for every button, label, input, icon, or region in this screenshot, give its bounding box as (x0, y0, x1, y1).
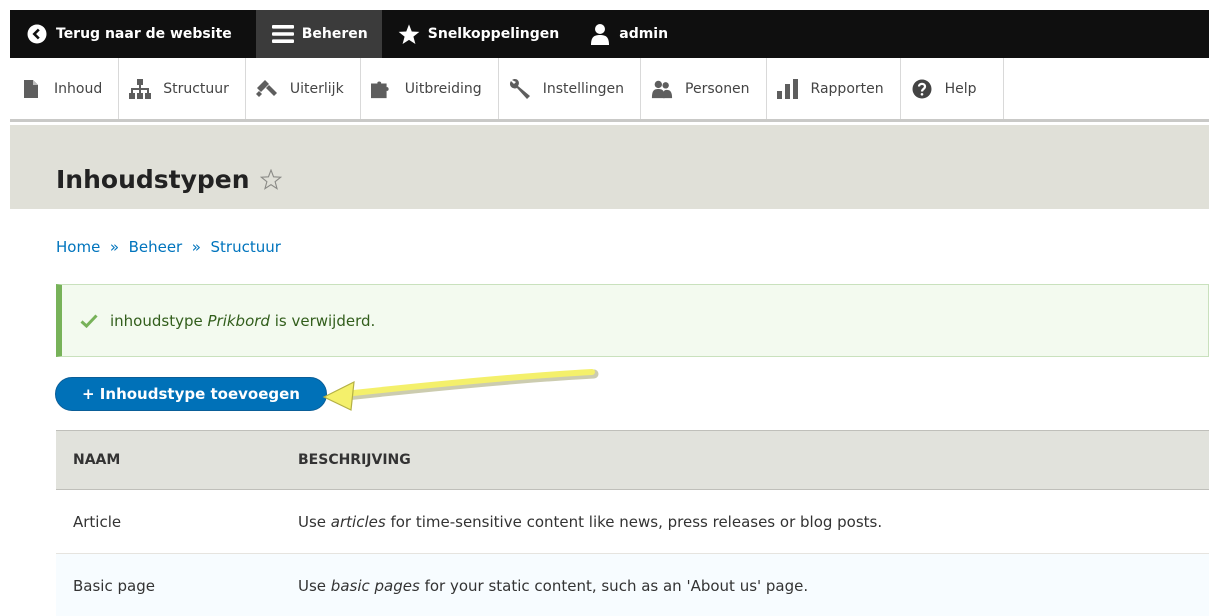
menu-item-help[interactable]: Help (901, 58, 1004, 119)
file-icon (20, 78, 42, 100)
row-name: Article (73, 512, 122, 531)
bar-chart-icon (776, 78, 799, 100)
admin-menu-tray: Inhoud Structuur Uiterlijk Uitbreiding I… (10, 58, 1209, 122)
status-message-text: inhoudstype Prikbord is verwijderd. (110, 312, 375, 330)
message-suffix: is verwijderd. (269, 311, 376, 330)
manage-tab-label: Beheren (301, 26, 368, 42)
user-tab-label: admin (619, 26, 669, 42)
user-tab[interactable]: admin (573, 10, 682, 58)
checkmark-icon (80, 313, 98, 328)
desc-emphasis: articles (330, 512, 386, 531)
people-icon (651, 78, 673, 100)
breadcrumb-separator: » (187, 238, 206, 256)
table-row: Basic page Use basic pages for your stat… (56, 554, 1209, 616)
menu-item-configuration[interactable]: Instellingen (499, 58, 642, 119)
shortcuts-tab[interactable]: Snelkoppelingen (382, 10, 573, 58)
sitemap-icon (129, 78, 152, 100)
menu-item-label: Uiterlijk (289, 80, 344, 97)
wrench-icon (509, 78, 531, 100)
table-row: Article Use articles for time-sensitive … (56, 490, 1209, 554)
page-header: Inhoudstypen (10, 125, 1209, 209)
back-to-site-label: Terug naar de website (56, 26, 232, 42)
page-title: Inhoudstypen (56, 165, 250, 194)
desc-text: for your static content, such as an 'Abo… (419, 576, 809, 595)
menu-item-label: Rapporten (810, 80, 884, 97)
back-to-site-link[interactable]: Terug naar de website (10, 10, 256, 58)
puzzle-icon (370, 78, 393, 100)
breadcrumb: Home » Beheer » Structuur (56, 238, 281, 256)
row-name: Basic page (73, 576, 155, 595)
breadcrumb-home[interactable]: Home (56, 238, 100, 256)
message-prefix: inhoudstype (110, 311, 208, 330)
menu-item-label: Uitbreiding (404, 80, 482, 97)
help-icon (911, 78, 933, 100)
hamburger-icon (271, 23, 294, 45)
menu-item-label: Structuur (163, 80, 229, 97)
desc-emphasis: basic pages (330, 576, 420, 595)
menu-item-reports[interactable]: Rapporten (767, 58, 901, 119)
status-message: inhoudstype Prikbord is verwijderd. (56, 284, 1209, 357)
add-content-type-button[interactable]: + Inhoudstype toevoegen (55, 377, 327, 411)
shortcuts-tab-label: Snelkoppelingen (427, 26, 560, 42)
manage-tab[interactable]: Beheren (255, 10, 382, 58)
page-title-wrap: Inhoudstypen (56, 165, 282, 194)
menu-item-people[interactable]: Personen (641, 58, 767, 119)
column-header-description: BESCHRIJVING (298, 452, 411, 468)
message-content-type-name: Prikbord (207, 311, 270, 330)
desc-text: Use (298, 512, 331, 531)
desc-text: Use (298, 576, 331, 595)
table-header: NAAM BESCHRIJVING (56, 430, 1209, 490)
menu-item-label: Help (944, 80, 977, 97)
row-description: Use basic pages for your static content,… (298, 577, 1209, 595)
chevron-left-circle-icon (26, 23, 48, 45)
admin-toolbar: Terug naar de website Beheren Snelkoppel… (10, 10, 1209, 58)
annotation-arrow-icon (322, 369, 599, 411)
menu-item-label: Instellingen (542, 80, 625, 97)
add-to-shortcuts-star-icon[interactable] (259, 169, 282, 190)
menu-item-label: Personen (685, 80, 750, 97)
column-header-name[interactable]: NAAM (56, 452, 298, 468)
menu-item-structure[interactable]: Structuur (119, 58, 246, 119)
breadcrumb-structure[interactable]: Structuur (211, 238, 281, 256)
row-description: Use articles for time-sensitive content … (298, 513, 1209, 531)
breadcrumb-separator: » (105, 238, 124, 256)
paintbrush-icon (255, 78, 278, 100)
menu-item-content[interactable]: Inhoud (10, 58, 120, 119)
star-icon (398, 23, 420, 45)
desc-text: for time-sensitive content like news, pr… (385, 512, 883, 531)
menu-item-extend[interactable]: Uitbreiding (361, 58, 499, 119)
user-icon (589, 23, 611, 45)
content-types-table: NAAM BESCHRIJVING Article Use articles f… (56, 430, 1209, 616)
breadcrumb-admin[interactable]: Beheer (129, 238, 183, 256)
menu-item-label: Inhoud (54, 80, 103, 97)
menu-item-appearance[interactable]: Uiterlijk (246, 58, 361, 119)
